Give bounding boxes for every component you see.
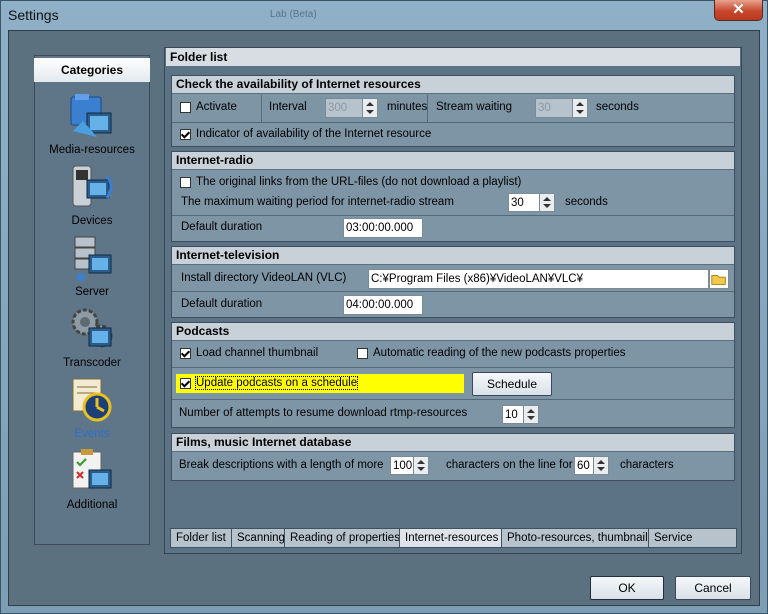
category-additional[interactable]: Additional: [34, 446, 150, 516]
podcasts-title: Podcasts: [172, 323, 734, 341]
radio-default-duration-input[interactable]: 03:00:00.000: [343, 218, 423, 238]
interval-unit: minutes: [387, 101, 428, 113]
category-label: Transcoder: [63, 357, 121, 369]
category-label: Events: [74, 428, 110, 440]
indicator-label: Indicator of availability of the Interne…: [196, 128, 432, 140]
tab-folder-list[interactable]: Folder list: [170, 528, 232, 548]
break-descriptions-label: Break descriptions with a length of more: [179, 459, 384, 471]
update-schedule-checkbox[interactable]: [180, 378, 191, 389]
schedule-button[interactable]: Schedule: [472, 372, 552, 396]
auto-read-label: Automatic reading of the new podcasts pr…: [373, 347, 626, 359]
categories-header: Categories: [34, 58, 150, 82]
server-icon: [74, 236, 112, 281]
activate-checkbox[interactable]: [180, 102, 191, 113]
attempts-input[interactable]: 10: [502, 405, 524, 424]
update-schedule-label: Update podcasts on a schedule: [194, 376, 359, 390]
vlc-directory-label: Install directory VideoLAN (VLC): [181, 272, 347, 284]
browse-folder-button[interactable]: [709, 269, 729, 289]
original-links-checkbox[interactable]: [180, 177, 191, 188]
category-label: Media-resources: [49, 144, 135, 156]
radio-default-duration-label: Default duration: [181, 221, 263, 233]
additional-icon: [72, 449, 112, 489]
media-resources-icon: [70, 94, 112, 137]
stream-waiting-input[interactable]: 30: [535, 98, 573, 118]
max-wait-spinner[interactable]: [539, 193, 555, 212]
events-icon: [72, 378, 112, 422]
stream-waiting-spinner[interactable]: [572, 98, 588, 118]
break-length-spinner[interactable]: [413, 456, 429, 475]
category-events[interactable]: Events: [34, 375, 150, 445]
category-label: Devices: [71, 215, 113, 227]
films-db-title: Films, music Internet database: [172, 434, 734, 452]
ok-button[interactable]: OK: [590, 576, 664, 600]
transcoder-icon: [71, 308, 113, 348]
max-wait-label: The maximum waiting period for internet-…: [181, 196, 454, 208]
category-server[interactable]: Server: [34, 233, 150, 303]
devices-icon: [72, 165, 113, 207]
category-transcoder[interactable]: Transcoder: [34, 304, 150, 374]
original-links-label: The original links from the URL-files (d…: [196, 176, 522, 188]
category-media-resources[interactable]: Media-resources: [34, 91, 150, 161]
chars-line-input[interactable]: 60: [574, 456, 594, 475]
chars-line-spinner[interactable]: [593, 456, 609, 475]
interval-spinner[interactable]: [362, 98, 378, 118]
folder-icon: [711, 274, 726, 285]
max-wait-input[interactable]: 30: [508, 193, 540, 212]
characters-label: characters: [620, 459, 674, 471]
category-label: Server: [75, 286, 109, 298]
max-wait-unit: seconds: [565, 196, 608, 208]
tab-service[interactable]: Service: [648, 528, 737, 548]
break-length-input[interactable]: 100: [390, 456, 414, 475]
internet-radio-title: Internet-radio: [172, 152, 734, 170]
interval-label: Interval: [269, 101, 307, 113]
load-thumbnail-checkbox[interactable]: [180, 348, 191, 359]
divider: [172, 367, 734, 368]
divider: [172, 291, 734, 292]
vlc-directory-input[interactable]: C:¥Program Files (x86)¥VideoLAN¥VLC¥: [368, 269, 709, 289]
stream-waiting-label: Stream waiting: [436, 101, 513, 113]
divider: [172, 399, 734, 400]
interval-input[interactable]: 300: [325, 98, 363, 118]
window-title: Settings: [8, 7, 59, 23]
indicator-checkbox[interactable]: [180, 129, 191, 140]
divider: [172, 215, 734, 216]
attempts-label: Number of attempts to resume download rt…: [179, 407, 468, 419]
load-thumbnail-label: Load channel thumbnail: [196, 347, 319, 359]
window-ghost-title: Lab (Beta): [270, 9, 317, 20]
close-button[interactable]: ✕: [714, 0, 763, 21]
tv-default-duration-input[interactable]: 04:00:00.000: [343, 295, 423, 315]
tab-photo-resources[interactable]: Photo-resources, thumbnails: [501, 528, 653, 548]
tab-scanning[interactable]: Scanning: [231, 528, 285, 548]
divider: [172, 122, 734, 123]
stream-waiting-unit: seconds: [596, 101, 639, 113]
attempts-spinner[interactable]: [523, 405, 539, 424]
main-panel-title: Folder list: [166, 48, 740, 66]
divider: [427, 95, 428, 122]
tab-internet-resources[interactable]: Internet-resources: [399, 528, 502, 548]
activate-label: Activate: [196, 101, 237, 113]
internet-tv-title: Internet-television: [172, 247, 734, 265]
category-label: Additional: [66, 499, 118, 511]
divider: [261, 95, 262, 122]
cancel-button[interactable]: Cancel: [675, 576, 751, 600]
chars-line-label: characters on the line for: [446, 459, 573, 471]
tv-default-duration-label: Default duration: [181, 298, 263, 310]
tab-reading-of-properties[interactable]: Reading of properties: [284, 528, 400, 548]
category-devices[interactable]: Devices: [34, 162, 150, 232]
auto-read-checkbox[interactable]: [357, 348, 368, 359]
check-availability-title: Check the availability of Internet resou…: [172, 76, 734, 94]
